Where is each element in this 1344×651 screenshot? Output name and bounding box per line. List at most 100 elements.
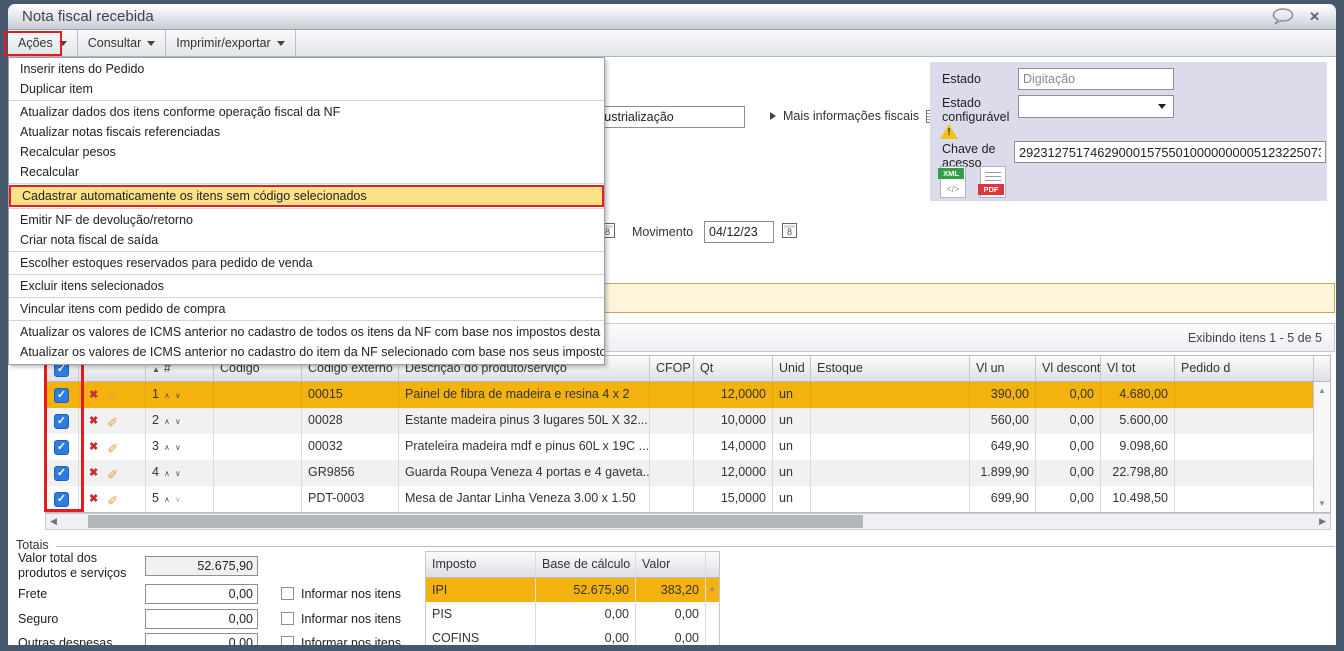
calendar-icon[interactable] <box>782 223 797 238</box>
row-checkbox[interactable]: ✓ <box>54 492 69 507</box>
menu-item[interactable]: Recalcular pesos <box>9 142 604 162</box>
cell-descricao: Prateleira madeira mdf e pinus 60L x 19C… <box>399 434 650 460</box>
xml-badge: XML <box>938 168 964 179</box>
chave-acesso-input[interactable] <box>1014 141 1326 163</box>
tax-cell: 383,20 <box>636 578 706 602</box>
row-checkbox-cell: ✓ <box>46 408 79 434</box>
edit-row-icon[interactable]: ✎ <box>107 383 118 408</box>
cell-codigo_externo: 00028 <box>302 408 399 434</box>
delete-row-icon[interactable]: ✖ <box>89 435 98 460</box>
cell-vl_un: 1.899,90 <box>970 460 1036 486</box>
pdf-file-icon[interactable]: PDF <box>978 166 1006 198</box>
move-down-icon[interactable]: ∨ <box>175 443 181 452</box>
menu-item[interactable]: Emitir NF de devolução/retorno <box>9 210 604 230</box>
move-up-icon[interactable]: ∧ <box>164 469 170 478</box>
edit-row-icon[interactable]: ✎ <box>107 409 118 434</box>
menu-acoes[interactable]: Ações <box>8 30 78 56</box>
scroll-left-icon[interactable]: ◀ <box>50 516 57 527</box>
tax-row[interactable]: PIS 0,00 0,00 <box>426 602 719 626</box>
menu-consultar[interactable]: Consultar <box>78 30 167 56</box>
menu-item[interactable]: Criar nota fiscal de saída <box>9 230 604 250</box>
totais-value-input[interactable] <box>145 584 258 604</box>
menu-item[interactable]: Escolher estoques reservados para pedido… <box>9 253 604 273</box>
totais-value-input[interactable] <box>145 609 258 629</box>
informar-nos-itens-checkbox[interactable] <box>281 636 294 645</box>
table-row[interactable]: ✓ ✖ ✎ 5 ∧ ∨ PDT-0003 Mesa de Jantar Linha Venez… <box>46 486 1330 512</box>
row-checkbox[interactable]: ✓ <box>54 388 69 403</box>
table-row[interactable]: ✓ ✖ ✎ 2 ∧ ∨ 00028 Estante madeira pinus 3 lugar… <box>46 408 1330 434</box>
edit-row-icon[interactable]: ✎ <box>107 461 118 486</box>
menu-item[interactable]: Atualizar os valores de ICMS anterior no… <box>9 342 604 362</box>
movimento-label: Movimento <box>632 225 694 239</box>
movimento-input[interactable] <box>704 221 774 243</box>
cell-vl_tot: 9.098,60 <box>1101 434 1175 460</box>
cell-cfop <box>650 408 694 434</box>
move-up-icon[interactable]: ∧ <box>164 443 170 452</box>
move-down-icon[interactable]: ∨ <box>175 495 181 504</box>
delete-row-icon[interactable]: ✖ <box>89 383 98 408</box>
row-checkbox[interactable]: ✓ <box>54 440 69 455</box>
close-icon[interactable]: ✕ <box>1309 9 1320 25</box>
informar-nos-itens-label: Informar nos itens <box>301 636 402 645</box>
row-number-cell: 4 ∧ ∨ <box>146 460 214 486</box>
cell-estoque <box>811 434 970 460</box>
table-row[interactable]: ✓ ✖ ✎ 3 ∧ ∨ 00032 Prateleira madeira mdf e pinu… <box>46 434 1330 460</box>
tax-row[interactable]: COFINS 0,00 0,00 <box>426 626 719 645</box>
cell-codigo <box>214 460 302 486</box>
menu-item[interactable]: Recalcular <box>9 162 604 182</box>
table-row[interactable]: ✓ ✖ ✎ 1 ∧ ∨ 00015 Painel de fibra de madeira e … <box>46 382 1330 408</box>
edit-row-icon[interactable]: ✎ <box>107 435 118 460</box>
menu-group: Excluir itens selecionados <box>9 274 604 296</box>
row-actions-cell: ✖ ✎ <box>79 434 146 460</box>
row-number-cell: 2 ∧ ∨ <box>146 408 214 434</box>
menu-item[interactable]: Atualizar notas fiscais referenciadas <box>9 122 604 142</box>
window-title: Nota fiscal recebida <box>22 8 154 25</box>
items-table: ✓ ▲ # Código Código externo Descrição do prod… <box>44 355 1331 513</box>
informar-nos-itens-checkbox[interactable] <box>281 612 294 625</box>
scroll-right-icon[interactable]: ▶ <box>1319 516 1326 527</box>
table-horizontal-scrollbar[interactable]: ◀ ▶ <box>45 513 1331 530</box>
cell-vl_un: 699,90 <box>970 486 1036 512</box>
move-up-icon[interactable]: ∧ <box>164 495 170 504</box>
estado-configuravel-label: Estado configurável <box>942 96 1010 124</box>
menu-imprimir-exportar[interactable]: Imprimir/exportar <box>166 30 296 56</box>
move-down-icon[interactable]: ∨ <box>175 391 181 400</box>
menu-item-highlighted[interactable]: Cadastrar automaticamente os itens sem c… <box>9 185 604 207</box>
warning-icon: ! <box>940 124 958 139</box>
move-up-icon[interactable]: ∧ <box>164 391 170 400</box>
column-header: Unid <box>773 356 811 381</box>
row-checkbox[interactable]: ✓ <box>54 414 69 429</box>
menu-item[interactable]: Inserir itens do Pedido <box>9 59 604 79</box>
fiscal-status-panel: Estado Estado configurável ! Chave de ac… <box>930 62 1327 201</box>
move-down-icon[interactable]: ∨ <box>175 417 181 426</box>
tax-cell: COFINS <box>426 626 536 645</box>
estado-input[interactable] <box>1018 68 1174 90</box>
move-up-icon[interactable]: ∧ <box>164 417 170 426</box>
row-checkbox-cell: ✓ <box>46 460 79 486</box>
menu-group: Cadastrar automaticamente os itens sem c… <box>9 183 604 207</box>
table-row[interactable]: ✓ ✖ ✎ 4 ∧ ∨ GR9856 Guarda Roupa Veneza 4 portas… <box>46 460 1330 486</box>
menu-item[interactable]: Vincular itens com pedido de compra <box>9 299 604 319</box>
move-down-icon[interactable]: ∨ <box>175 469 181 478</box>
estado-configuravel-select[interactable] <box>1018 95 1174 118</box>
delete-row-icon[interactable]: ✖ <box>89 487 98 512</box>
tax-row[interactable]: IPI 52.675,90 383,20 <box>426 578 719 602</box>
scroll-up-icon[interactable]: ▲ <box>1314 386 1330 395</box>
totais-value-input[interactable] <box>145 633 258 645</box>
totais-valor-total-input[interactable] <box>145 556 258 576</box>
menu-item[interactable]: Duplicar item <box>9 79 604 99</box>
table-vertical-scrollbar[interactable]: ▲ ▼ <box>1313 382 1330 512</box>
menu-item[interactable]: Atualizar dados dos itens conforme opera… <box>9 102 604 122</box>
scrollbar-thumb[interactable] <box>88 515 863 528</box>
row-checkbox[interactable]: ✓ <box>54 466 69 481</box>
delete-row-icon[interactable]: ✖ <box>89 409 98 434</box>
comment-bubble-icon[interactable] <box>1271 8 1295 25</box>
scroll-down-icon[interactable]: ▼ <box>1314 499 1330 508</box>
mais-informacoes-fiscais[interactable]: Mais informações fiscais <box>770 109 939 123</box>
informar-nos-itens-checkbox[interactable] <box>281 587 294 600</box>
menu-item[interactable]: Atualizar os valores de ICMS anterior no… <box>9 322 604 342</box>
xml-file-icon[interactable]: XML </> <box>938 166 966 198</box>
delete-row-icon[interactable]: ✖ <box>89 461 98 486</box>
edit-row-icon[interactable]: ✎ <box>107 487 118 512</box>
menu-item[interactable]: Excluir itens selecionados <box>9 276 604 296</box>
